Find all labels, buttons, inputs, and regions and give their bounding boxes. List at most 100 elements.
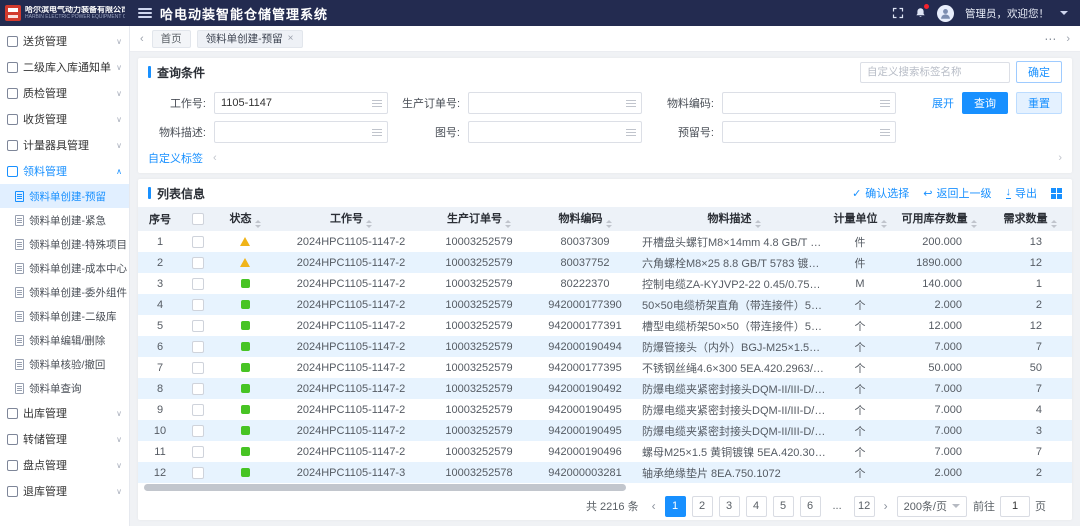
fullscreen-icon[interactable] (892, 7, 904, 19)
tabs-scroll-left-icon[interactable]: ‹ (138, 33, 146, 45)
row-checkbox[interactable] (192, 383, 204, 395)
row-checkbox[interactable] (192, 341, 204, 353)
custom-tag-name-input[interactable] (860, 62, 1010, 83)
sort-icon[interactable] (606, 220, 612, 228)
tab-close-icon[interactable]: × (288, 34, 294, 44)
sidebar-subitem[interactable]: 领料单创建-委外组件 (0, 280, 129, 304)
column-header[interactable]: 物料描述 (638, 207, 830, 231)
sidebar-collapse-icon[interactable] (138, 6, 152, 20)
table-row[interactable]: 22024HPC1105-1147-21000325257980037752六角… (138, 252, 1072, 273)
tags-scroll-right-icon[interactable]: › (1058, 152, 1062, 164)
horizontal-scrollbar[interactable] (142, 484, 1068, 491)
column-header-checkbox[interactable] (182, 207, 214, 231)
row-checkbox[interactable] (192, 404, 204, 416)
table-row[interactable]: 122024HPC1105-1147-310003252578942000003… (138, 462, 1072, 483)
sidebar-item[interactable]: 送货管理∨ (0, 28, 129, 54)
search-button[interactable]: 查询 (962, 92, 1008, 114)
page-button[interactable]: 5 (773, 496, 794, 517)
row-checkbox[interactable] (192, 446, 204, 458)
chevron-down-icon[interactable] (1060, 11, 1068, 15)
column-header[interactable]: 工作号 (276, 207, 426, 231)
sort-icon[interactable] (881, 220, 887, 228)
table-row[interactable]: 102024HPC1105-1147-210003252579942000190… (138, 420, 1072, 441)
table-row[interactable]: 52024HPC1105-1147-2100032525799420001773… (138, 315, 1072, 336)
sort-icon[interactable] (366, 220, 372, 228)
prev-page-icon[interactable]: ‹ (649, 499, 659, 513)
custom-tag-link[interactable]: 自定义标签 (148, 150, 203, 166)
row-checkbox[interactable] (192, 257, 204, 269)
sort-icon[interactable] (1051, 220, 1057, 228)
column-header[interactable]: 计量单位 (830, 207, 890, 231)
column-header-seq[interactable]: 序号 (138, 207, 182, 231)
list-suffix-icon[interactable] (626, 128, 636, 137)
sidebar-subitem[interactable]: 领料单创建-成本中心 (0, 256, 129, 280)
table-row[interactable]: 72024HPC1105-1147-2100032525799420001773… (138, 357, 1072, 378)
page-size-select[interactable]: 200条/页 (897, 496, 967, 517)
sidebar-subitem[interactable]: 领料单创建-特殊项目 (0, 232, 129, 256)
page-button[interactable]: 1 (665, 496, 686, 517)
list-suffix-icon[interactable] (880, 99, 890, 108)
export-button[interactable]: ↓ 导出 (1006, 185, 1038, 201)
expand-button[interactable]: 展开 (932, 95, 954, 111)
pager-ellipsis[interactable]: ... (827, 496, 848, 517)
row-checkbox[interactable] (192, 362, 204, 374)
table-row[interactable]: 82024HPC1105-1147-2100032525799420001904… (138, 378, 1072, 399)
table-row[interactable]: 62024HPC1105-1147-2100032525799420001904… (138, 336, 1072, 357)
reset-button[interactable]: 重置 (1016, 92, 1062, 114)
sidebar-subitem[interactable]: 领料单查询 (0, 376, 129, 400)
order-no-input[interactable] (469, 93, 626, 113)
work-no-input[interactable] (215, 93, 372, 113)
row-checkbox[interactable] (192, 467, 204, 479)
list-suffix-icon[interactable] (372, 128, 382, 137)
sidebar-item[interactable]: 盘点管理∨ (0, 452, 129, 478)
back-button[interactable]: ↩ 返回上一级 (923, 185, 991, 201)
sort-icon[interactable] (505, 220, 511, 228)
column-header[interactable]: 状态 (214, 207, 276, 231)
reserve-no-input[interactable] (723, 122, 880, 142)
page-button[interactable]: 2 (692, 496, 713, 517)
sidebar-subitem[interactable]: 领料单编辑/删除 (0, 328, 129, 352)
tabs-more-icon[interactable]: ⋯ (1044, 32, 1056, 46)
sidebar-subitem[interactable]: 领料单核验/撤回 (0, 352, 129, 376)
tags-scroll-left-icon[interactable]: ‹ (213, 152, 217, 164)
page-button[interactable]: 6 (800, 496, 821, 517)
table-row[interactable]: 12024HPC1105-1147-21000325257980037309开槽… (138, 231, 1072, 252)
column-header[interactable]: 可用库存数量 (890, 207, 988, 231)
confirm-select-button[interactable]: ✓ 确认选择 (852, 185, 909, 201)
row-checkbox[interactable] (192, 425, 204, 437)
drawing-no-input[interactable] (469, 122, 626, 142)
avatar[interactable] (937, 5, 954, 22)
next-page-icon[interactable]: › (881, 499, 891, 513)
sidebar-subitem[interactable]: 领料单创建-紧急 (0, 208, 129, 232)
list-suffix-icon[interactable] (880, 128, 890, 137)
sidebar-item[interactable]: 计量器具管理∨ (0, 132, 129, 158)
sidebar-item[interactable]: 领料管理∧ (0, 158, 129, 184)
sidebar-item[interactable]: 质检管理∨ (0, 80, 129, 106)
tab-home[interactable]: 首页 (152, 30, 191, 48)
sidebar-item[interactable]: 收货管理∨ (0, 106, 129, 132)
sidebar-item[interactable]: 退库管理∨ (0, 478, 129, 504)
tab-current[interactable]: 领料单创建-预留 × (197, 30, 303, 48)
goto-page-input[interactable] (1000, 496, 1030, 517)
confirm-button[interactable]: 确定 (1016, 61, 1062, 83)
list-suffix-icon[interactable] (626, 99, 636, 108)
sidebar-item[interactable]: 转储管理∨ (0, 426, 129, 452)
select-all-checkbox[interactable] (192, 213, 204, 225)
page-button[interactable]: 12 (854, 496, 875, 517)
scrollbar-thumb[interactable] (144, 484, 626, 491)
page-button[interactable]: 4 (746, 496, 767, 517)
table-row[interactable]: 92024HPC1105-1147-2100032525799420001904… (138, 399, 1072, 420)
sort-icon[interactable] (971, 220, 977, 228)
sidebar-subitem[interactable]: 领料单创建-二级库 (0, 304, 129, 328)
row-checkbox[interactable] (192, 278, 204, 290)
sort-icon[interactable] (755, 220, 761, 228)
sort-icon[interactable] (255, 220, 261, 228)
material-desc-input[interactable] (215, 122, 372, 142)
table-row[interactable]: 112024HPC1105-1147-210003252579942000190… (138, 441, 1072, 462)
sidebar-item[interactable]: 出库管理∨ (0, 400, 129, 426)
notification-bell-icon[interactable] (915, 7, 926, 19)
sidebar-item[interactable]: 二级库入库通知单∨ (0, 54, 129, 80)
page-button[interactable]: 3 (719, 496, 740, 517)
column-header[interactable]: 物料编码 (532, 207, 638, 231)
column-header[interactable]: 需求数量 (988, 207, 1072, 231)
